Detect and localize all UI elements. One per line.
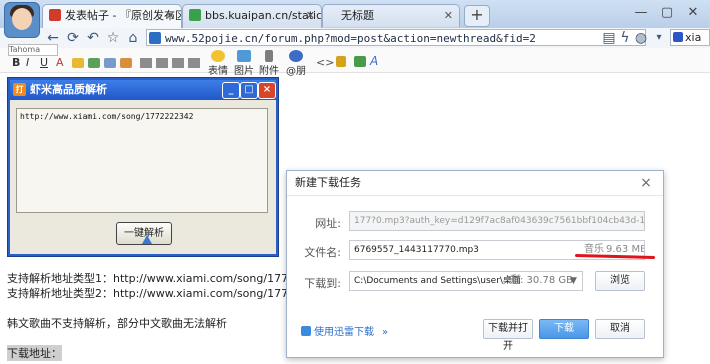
- filename-label: 文件名:: [304, 246, 341, 259]
- maximize-window-button[interactable]: ▢: [656, 4, 678, 22]
- font-select[interactable]: Tahoma: [8, 44, 58, 56]
- tab-post[interactable]: 发表帖子 - 『原创发布区』 ✕: [42, 4, 182, 28]
- bold-button[interactable]: B: [12, 56, 20, 69]
- tab-post-label: 发表帖子 - 『原创发布区』: [65, 9, 181, 22]
- app-icon: 打: [13, 83, 26, 96]
- eraser-icon[interactable]: [120, 58, 132, 68]
- double-chevron-down-icon: »: [382, 327, 389, 338]
- list-icon[interactable]: [172, 58, 184, 68]
- mention-label: @朋: [286, 66, 306, 77]
- url-label: 网址:: [315, 217, 341, 230]
- align-center-icon[interactable]: [156, 58, 168, 68]
- refresh-icon[interactable]: ⟳: [64, 29, 82, 47]
- thunder-icon: [301, 326, 311, 336]
- search-engine-box[interactable]: xia: [670, 29, 710, 46]
- dialog-title: 新建下载任务: [295, 176, 361, 189]
- star-icon[interactable]: ☆: [104, 29, 122, 47]
- font-color-button[interactable]: A: [56, 56, 64, 69]
- image-label: 图片: [234, 66, 254, 77]
- cancel-button[interactable]: 取消: [595, 319, 645, 339]
- unlink-icon[interactable]: [104, 58, 116, 68]
- highlight-icon[interactable]: [72, 58, 84, 68]
- home-icon[interactable]: ⌂: [124, 29, 142, 47]
- at-icon: [289, 50, 303, 62]
- code-icon[interactable]: <>: [316, 56, 334, 69]
- minimize-window-button[interactable]: —: [630, 4, 652, 22]
- thunder-link-text: 使用迅雷下载: [314, 327, 374, 338]
- close-window-button[interactable]: ✕: [682, 4, 704, 22]
- browse-button[interactable]: 浏览: [595, 271, 645, 291]
- tab-strip: 发表帖子 - 『原创发布区』 ✕ bbs.kuaipan.cn/static/i…: [0, 0, 710, 29]
- tab-untitled[interactable]: 无标题 ✕: [322, 4, 460, 27]
- italic-button[interactable]: I: [26, 56, 29, 69]
- attachment-label: 附件: [259, 66, 279, 77]
- mention-button[interactable]: @朋: [286, 50, 306, 77]
- image-button[interactable]: 图片: [234, 50, 254, 77]
- address-bar[interactable]: www.52pojie.cn/forum.php?mod=post&action…: [146, 29, 646, 46]
- close-icon[interactable]: ×: [637, 174, 655, 192]
- url-field: 177?0.mp3?auth_key=d129f7ac8af043639c756…: [349, 211, 645, 231]
- upload-icon[interactable]: [354, 56, 366, 67]
- tab-kuaipan[interactable]: bbs.kuaipan.cn/static/ima ✕: [182, 4, 322, 28]
- align-left-icon[interactable]: [140, 58, 152, 68]
- filename-value: 6769557_1443117770.mp3: [354, 245, 479, 255]
- download-button[interactable]: 下载: [539, 319, 589, 339]
- image-icon: [237, 50, 251, 62]
- favicon-52pojie-icon: [49, 9, 61, 21]
- smiley-icon: [211, 50, 225, 62]
- search-engine-text: xia: [685, 31, 702, 44]
- paperclip-icon: [265, 50, 273, 62]
- lock-icon[interactable]: [336, 56, 346, 67]
- minimize-icon[interactable]: _: [222, 82, 240, 99]
- emoticon-button[interactable]: 表情: [208, 50, 228, 77]
- user-avatar[interactable]: [4, 2, 40, 38]
- emoticon-label: 表情: [208, 66, 228, 77]
- saveto-value: C:\Documents and Settings\user\桌面: [354, 276, 521, 286]
- search-engine-icon: [673, 32, 683, 42]
- navigation-bar: ← ⟳ ↶ ☆ ⌂ www.52pojie.cn/forum.php?mod=p…: [0, 28, 710, 49]
- site-info-icon: [149, 32, 161, 44]
- xiami-titlebar: 打 虾米高品质解析 _ □ ×: [10, 80, 276, 100]
- note-line: 韩文歌曲不支持解析，部分中文歌曲无法解析: [7, 317, 227, 330]
- maximize-icon[interactable]: □: [240, 82, 258, 99]
- close-icon[interactable]: ×: [258, 82, 276, 99]
- address-bar-text: www.52pojie.cn/forum.php?mod=post&action…: [165, 32, 536, 45]
- tab-kuaipan-label: bbs.kuaipan.cn/static/ima: [205, 9, 322, 22]
- xiami-title: 虾米高品质解析: [30, 83, 107, 96]
- link-icon[interactable]: [88, 58, 100, 68]
- thunder-download-link[interactable]: 使用迅雷下载 »: [301, 323, 388, 338]
- free-space: 剩: 30.78 GB: [510, 275, 573, 286]
- xiami-parser-window: 打 虾米高品质解析 _ □ × http://www.xiami.com/son…: [8, 78, 278, 256]
- avatar-face: [12, 8, 32, 30]
- undo-icon[interactable]: ↶: [84, 29, 102, 47]
- dialog-titlebar: 新建下载任务: [287, 171, 663, 196]
- new-tab-button[interactable]: +: [464, 5, 490, 27]
- editor-toolbar: Tahoma B I U A 表情 图片 附件 @朋 <> A: [0, 44, 710, 77]
- favicon-kuaipan-icon: [189, 9, 201, 21]
- new-download-dialog: 新建下载任务 × 网址: 177?0.mp3?auth_key=d129f7ac…: [286, 170, 664, 358]
- saveto-label: 下载到:: [304, 277, 341, 290]
- tab-close-icon[interactable]: ✕: [444, 5, 453, 27]
- download-address-label: 下载地址：: [7, 345, 62, 361]
- chevron-down-icon[interactable]: ▼: [570, 272, 577, 290]
- tab-untitled-label: 无标题: [341, 9, 374, 22]
- indent-icon[interactable]: [188, 58, 200, 68]
- dropdown-chevron-icon[interactable]: ▾: [650, 29, 668, 47]
- attachment-button[interactable]: 附件: [259, 50, 279, 77]
- underline-button[interactable]: U: [40, 56, 48, 69]
- download-and-open-button[interactable]: 下载并打开: [483, 319, 533, 352]
- song-url-textbox[interactable]: http://www.xiami.com/song/1772222342: [16, 108, 268, 213]
- security-icon[interactable]: ◍: [632, 29, 650, 47]
- tab-close-icon[interactable]: ✕: [166, 5, 175, 27]
- saveto-field[interactable]: C:\Documents and Settings\user\桌面 剩: 30.…: [349, 271, 583, 291]
- mouse-cursor-icon: [142, 235, 152, 244]
- tab-close-icon[interactable]: ✕: [306, 5, 315, 27]
- font-style-icon[interactable]: A: [370, 54, 378, 68]
